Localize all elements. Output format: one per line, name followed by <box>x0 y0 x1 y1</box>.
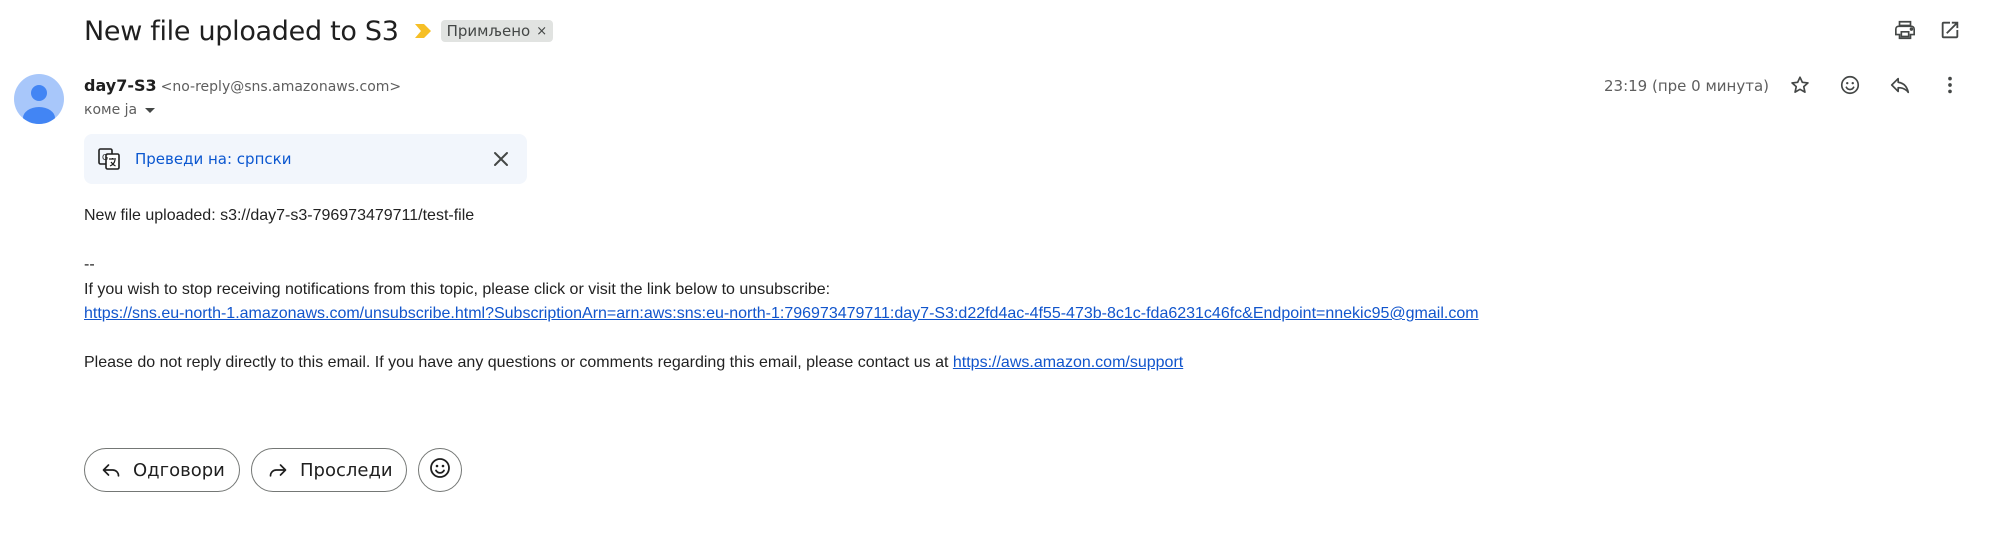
importance-marker-icon[interactable] <box>414 23 431 39</box>
reply-icon <box>1889 74 1911 101</box>
more-options-button[interactable] <box>1930 67 1970 107</box>
forward-button[interactable]: Проследи <box>251 448 407 492</box>
more-vertical-icon <box>1939 74 1961 101</box>
recipient-details-toggle[interactable]: коме ја <box>84 102 156 118</box>
forward-icon <box>268 459 290 481</box>
sender-email: <no-reply@sns.amazonaws.com> <box>160 79 402 95</box>
translate-link[interactable]: Преведи на: српски <box>135 150 291 168</box>
close-translate-button[interactable] <box>489 147 513 171</box>
open-in-new-window-button[interactable] <box>1930 12 1970 52</box>
body-unsubscribe-link-line: https://sns.eu-north-1.amazonaws.com/uns… <box>84 305 1479 323</box>
reply-label: Одговори <box>133 459 225 481</box>
subject-row: New file uploaded to S3 Примљено × <box>84 10 554 52</box>
star-button[interactable] <box>1780 67 1820 107</box>
label-chip-text: Примљено <box>446 22 531 40</box>
sender-line: day7-S3 <no-reply@sns.amazonaws.com> <box>84 76 401 95</box>
reply-bottom-button[interactable]: Одговори <box>84 448 240 492</box>
open-in-new-window-icon <box>1939 19 1961 46</box>
reply-icon <box>101 459 123 481</box>
translate-bar: G Преведи на: српски <box>84 134 527 184</box>
print-button[interactable] <box>1885 12 1925 52</box>
emoji-icon <box>1839 74 1861 101</box>
caret-down-icon <box>145 107 156 113</box>
reply-button[interactable] <box>1880 67 1920 107</box>
body-line-upload: New file uploaded: s3://day7-s3-79697347… <box>84 207 475 224</box>
add-reaction-button[interactable] <box>1830 67 1870 107</box>
svg-text:G: G <box>102 153 108 162</box>
emoji-icon <box>428 456 452 485</box>
recipient-text: коме ја <box>84 102 138 118</box>
emoji-reaction-button[interactable] <box>418 448 462 492</box>
email-timestamp: 23:19 (пре 0 минута) <box>1603 77 1769 95</box>
close-icon <box>494 152 508 166</box>
unsubscribe-link[interactable]: https://sns.eu-north-1.amazonaws.com/uns… <box>84 305 1479 322</box>
translate-icon: G <box>97 147 121 171</box>
email-subject: New file uploaded to S3 <box>84 15 399 47</box>
printer-icon <box>1894 19 1916 46</box>
body-unsubscribe-text: If you wish to stop receiving notificati… <box>84 281 831 298</box>
body-contact-line: Please do not reply directly to this ema… <box>84 354 1183 372</box>
sender-name[interactable]: day7-S3 <box>84 76 157 95</box>
label-remove-button[interactable]: × <box>536 24 547 39</box>
support-link[interactable]: https://aws.amazon.com/support <box>953 354 1183 371</box>
sender-avatar[interactable] <box>14 74 64 124</box>
star-icon <box>1789 74 1811 101</box>
body-separator: -- <box>84 256 95 273</box>
forward-label: Проследи <box>300 459 393 481</box>
contact-text: Please do not reply directly to this ema… <box>84 354 953 371</box>
label-chip-inbox[interactable]: Примљено × <box>440 20 554 42</box>
